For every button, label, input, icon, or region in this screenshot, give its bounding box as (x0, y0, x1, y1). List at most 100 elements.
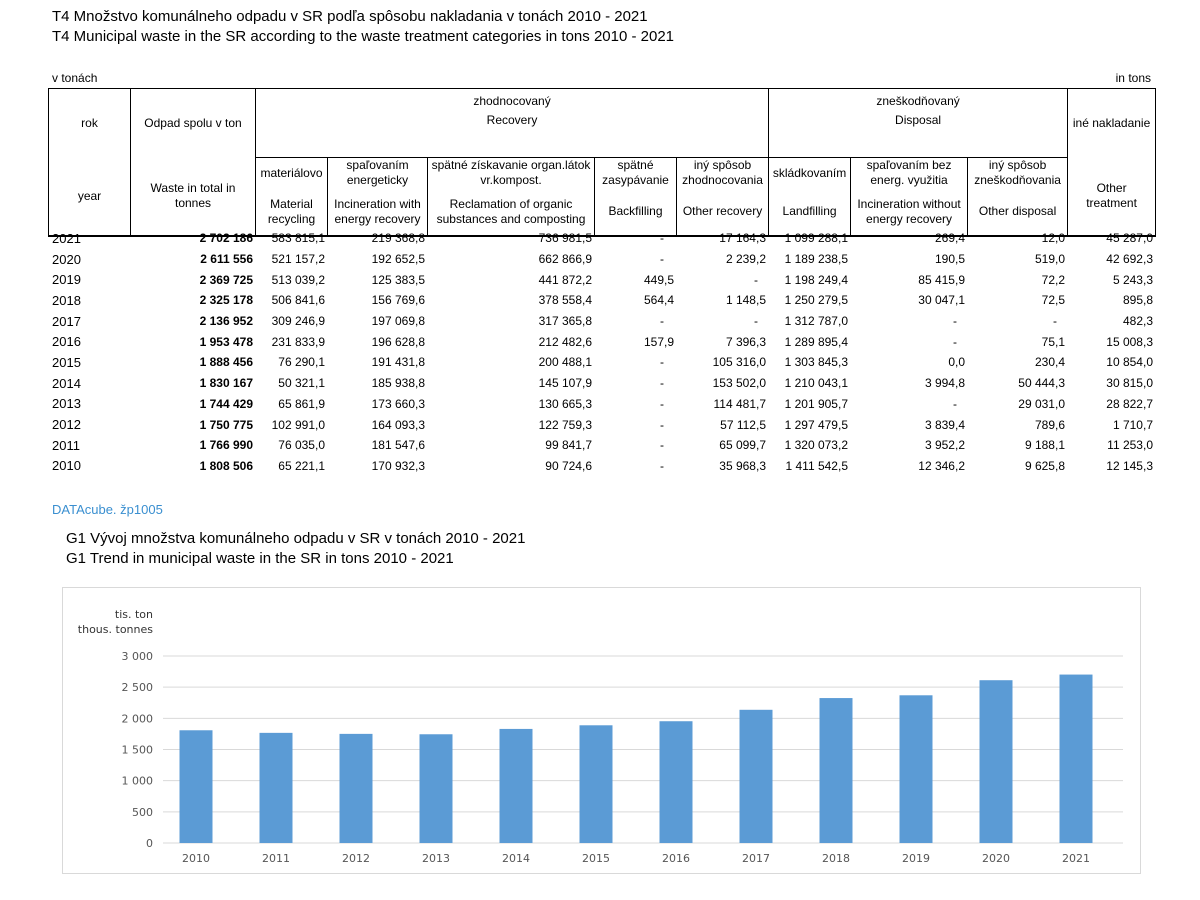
cell-value: 153 502,0 (712, 376, 766, 391)
cell-value: - (660, 355, 664, 370)
x-tick-label: 2013 (422, 852, 450, 865)
datacube-link[interactable]: DATAcube. žp1005 (52, 502, 163, 517)
cell-value: 583 815,1 (271, 231, 325, 246)
y-tick-label: 1 500 (122, 744, 154, 757)
cell-value: 482,3 (1122, 314, 1153, 329)
cell-value: 200 488,1 (538, 355, 592, 370)
x-tick-label: 2020 (982, 852, 1010, 865)
cell-year: 2021 (52, 230, 81, 246)
cell-value: - (953, 314, 957, 329)
cell-value: 29 031,0 (1018, 396, 1065, 411)
cell-value: - (754, 272, 758, 287)
cell-value: 1 289 895,4 (784, 334, 848, 349)
cell-value: - (1053, 314, 1057, 329)
cell-total: 1 750 775 (199, 417, 253, 432)
graph-title-en: G1 Trend in municipal waste in the SR in… (66, 550, 454, 567)
cell-value: 122 759,3 (538, 417, 592, 432)
cell-year: 2016 (52, 334, 81, 350)
cell-value: 11 253,0 (1107, 438, 1153, 453)
cell-value: 1 198 249,4 (784, 272, 848, 287)
cell-value: 173 660,3 (371, 396, 425, 411)
cell-value: 1 201 905,7 (784, 396, 848, 411)
table-title-sk: T4 Množstvo komunálneho odpadu v SR podľ… (52, 8, 648, 25)
cell-value: 50 321,1 (278, 376, 325, 391)
cell-year: 2019 (52, 272, 81, 288)
cell-year: 2017 (52, 313, 81, 329)
cell-value: 9 625,8 (1024, 458, 1065, 473)
bar (259, 732, 293, 843)
y-tick-label: 500 (132, 806, 153, 819)
cell-year: 2013 (52, 396, 81, 412)
bar (419, 734, 453, 843)
cell-value: 114 481,7 (713, 396, 767, 411)
cell-value: 30 047,1 (918, 293, 965, 308)
header-col-sk: materiálovo (255, 157, 328, 188)
cell-value: 72,2 (1041, 272, 1065, 287)
header-col-sk: spaľovaním energeticky (327, 157, 428, 188)
cell-value: 30 815,0 (1106, 376, 1153, 391)
cell-value: 197 069,8 (371, 314, 425, 329)
cell-value: 130 665,3 (538, 396, 592, 411)
cell-total: 2 702 186 (199, 231, 253, 246)
y-tick-label: 2 000 (122, 712, 154, 725)
table-row: 2018 2 325 178 506 841,6 156 769,6 378 558,4… (48, 290, 1155, 311)
cell-value: 12 346,2 (918, 458, 965, 473)
bar-chart: tis. ton thous. tonnes 2010 2011 2012 2013 2… (78, 608, 1123, 865)
cell-year: 2012 (52, 417, 81, 433)
cell-value: 191 431,8 (371, 355, 425, 370)
table-row: 2016 1 953 478 231 833,9 196 628,8 212 482,6… (48, 331, 1155, 352)
cell-value: 317 365,8 (538, 314, 592, 329)
cell-value: 789,6 (1034, 417, 1065, 432)
x-tick-label: 2021 (1062, 852, 1090, 865)
table-row: 2013 1 744 429 65 861,9 173 660,3 130 665,3 -… (48, 394, 1155, 415)
cell-value: 181 547,6 (371, 438, 425, 453)
header-col-sk: spätné zasypávanie (594, 157, 677, 188)
cell-value: 441 872,2 (538, 272, 592, 287)
table-row: 2019 2 369 725 513 039,2 125 383,5 441 872,2… (48, 269, 1155, 290)
cell-value: 1 710,7 (1112, 417, 1153, 432)
cell-value: 5 243,3 (1112, 272, 1153, 287)
y-tick-label: 0 (146, 837, 153, 850)
header-col-sk: spätné získavanie organ.látok vr.kompost… (427, 157, 595, 188)
cell-value: 15 008,3 (1106, 334, 1153, 349)
y-tick-label: 2 500 (122, 681, 154, 694)
cell-value: 662 866,9 (538, 252, 592, 267)
bar (899, 695, 933, 843)
y-tick-label: 1 000 (122, 775, 154, 788)
header-col-sk: iný spôsob zneškodňovania (967, 157, 1069, 188)
cell-value: 76 035,0 (278, 438, 325, 453)
cell-total: 2 136 952 (199, 314, 253, 329)
cell-value: 1 250 279,5 (784, 293, 848, 308)
cell-year: 2014 (52, 375, 81, 391)
header-other-en: Other treatment (1067, 157, 1157, 237)
table-row: 2020 2 611 556 521 157,2 192 652,5 662 866,9… (48, 249, 1155, 270)
header-recovery-en: Recovery (254, 113, 770, 158)
table-row: 2014 1 830 167 50 321,1 185 938,8 145 107,9 -… (48, 373, 1155, 394)
table-title-en: T4 Municipal waste in the SR according t… (52, 28, 675, 45)
bar (1059, 674, 1093, 843)
cell-value: - (660, 438, 664, 453)
cell-value: 10 854,0 (1106, 355, 1153, 370)
cell-value: - (953, 334, 957, 349)
cell-value: 170 932,3 (371, 458, 425, 473)
cell-value: 212 482,6 (538, 334, 592, 349)
bar (659, 721, 693, 843)
y-tick-label: 3 000 (122, 650, 154, 663)
cell-total: 1 766 990 (199, 438, 253, 453)
header-rok: rok (48, 88, 131, 158)
table-row: 2010 1 808 506 65 221,1 170 932,3 90 724,6 - 3… (48, 456, 1155, 477)
cell-value: 736 981,5 (538, 231, 592, 246)
cell-value: 157,9 (643, 334, 674, 349)
cell-value: 521 157,2 (271, 252, 325, 267)
cell-value: 102 991,0 (271, 417, 325, 432)
table-row: 2017 2 136 952 309 246,9 197 069,8 317 365,8… (48, 311, 1155, 332)
cell-value: 564,4 (643, 293, 674, 308)
cell-value: 1 148,5 (725, 293, 766, 308)
header-col-sk: spaľovaním bez energ. využitia (850, 157, 969, 188)
y-axis-label-sk: tis. ton (115, 608, 153, 621)
table-row: 2021 2 702 186 583 815,1 219 368,8 736 981,5… (48, 228, 1155, 249)
table-row: 2012 1 750 775 102 991,0 164 093,3 122 759,3… (48, 414, 1155, 435)
cell-value: 519,0 (1034, 252, 1065, 267)
cell-value: 42 692,3 (1106, 252, 1153, 267)
cell-value: 0,0 (948, 355, 965, 370)
